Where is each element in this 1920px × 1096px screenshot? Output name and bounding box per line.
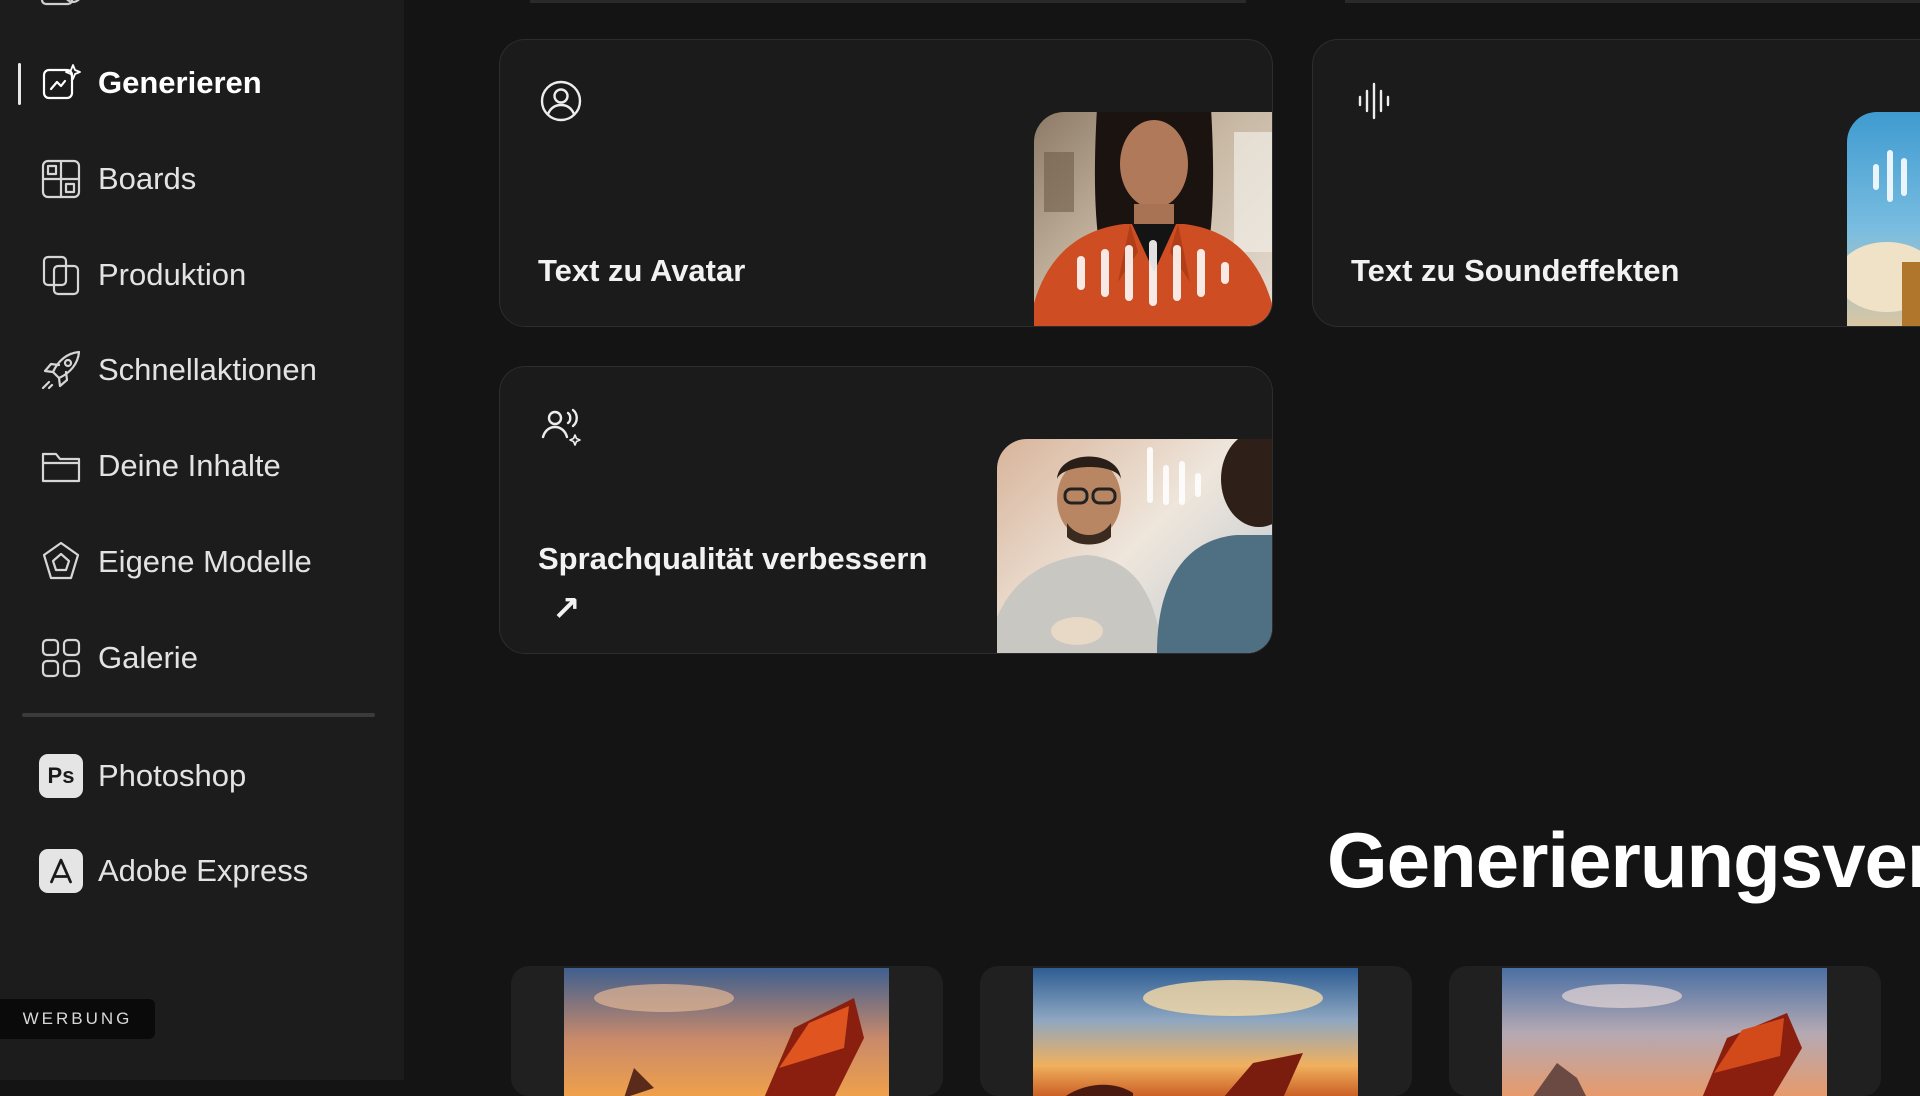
sidebar-item-label: Generieren <box>98 65 262 100</box>
sidebar-item-eigene-modelle[interactable]: Eigene Modelle <box>38 532 378 592</box>
photoshop-icon: Ps <box>39 754 83 798</box>
avatar-user-circle-icon <box>538 78 584 124</box>
sidebar-item-label: Photoshop <box>98 758 247 793</box>
production-copy-icon <box>38 252 84 298</box>
adobe-express-icon-wrap <box>38 848 84 894</box>
external-arrow-icon: ↗ <box>552 590 581 628</box>
speech-enhance-image <box>997 439 1272 653</box>
sidebar-item-galerie[interactable]: Galerie <box>38 628 378 688</box>
section-title: Generierungsver <box>1327 816 1920 904</box>
gallery-thumbnail[interactable] <box>980 966 1412 1096</box>
sidebar-item-label: Eigene Modelle <box>98 544 312 579</box>
sidebar-item-photoshop[interactable]: Ps Photoshop <box>38 746 378 806</box>
dragon-image <box>1502 968 1827 1096</box>
sidebar-item-adobe-express[interactable]: Adobe Express <box>38 841 378 901</box>
ad-label: WERBUNG <box>0 999 155 1039</box>
audio-waveform-icon <box>1351 78 1397 124</box>
gallery-thumbnail[interactable] <box>1449 966 1881 1096</box>
audio-waveform-overlay <box>1077 240 1229 306</box>
card-text-zu-avatar[interactable]: Text zu Avatar <box>499 39 1273 327</box>
card-title: Text zu Soundeffekten <box>1351 253 1680 288</box>
rocket-icon <box>38 347 84 393</box>
sidebar-item-label: Deine Inhalte <box>98 448 281 483</box>
sidebar-item-label: Boards <box>98 161 197 196</box>
add-icon[interactable] <box>40 0 84 15</box>
card-edge <box>530 0 1246 3</box>
sidebar-item-schnellaktionen[interactable]: Schnellaktionen <box>38 340 378 400</box>
sidebar-divider <box>22 713 375 717</box>
sound-effects-image <box>1847 112 1920 326</box>
enhance-speech-icon <box>538 405 584 451</box>
sidebar-item-deine-inhalte[interactable]: Deine Inhalte <box>38 436 378 496</box>
active-indicator <box>18 63 21 105</box>
card-title: Text zu Avatar <box>538 253 746 288</box>
gallery-thumbnail[interactable] <box>511 966 943 1096</box>
sidebar: Generieren Boards Produktion Schnellakti… <box>0 0 404 1080</box>
card-title: Sprachqualität verbessern <box>538 541 928 576</box>
photoshop-icon-wrap: Ps <box>38 753 84 799</box>
card-sprachqualitaet-verbessern[interactable]: Sprachqualität verbessern ↗ <box>499 366 1273 654</box>
sidebar-item-label: Produktion <box>98 257 247 292</box>
card-text-zu-soundeffekten[interactable]: Text zu Soundeffekten <box>1312 39 1920 327</box>
sidebar-item-label: Galerie <box>98 640 198 675</box>
custom-models-icon <box>38 539 84 585</box>
sidebar-item-boards[interactable]: Boards <box>38 149 378 209</box>
sidebar-item-produktion[interactable]: Produktion <box>38 245 378 305</box>
dragon-image <box>564 968 889 1096</box>
folder-icon <box>38 443 84 489</box>
sidebar-item-label: Adobe Express <box>98 853 309 888</box>
card-edge <box>1345 0 1920 3</box>
adobe-express-icon <box>39 849 83 893</box>
boards-icon <box>38 156 84 202</box>
dragon-image <box>1033 968 1358 1096</box>
gallery-icon <box>38 635 84 681</box>
generate-sparkle-icon <box>38 60 84 106</box>
sidebar-item-label: Schnellaktionen <box>98 352 317 387</box>
sidebar-item-generieren[interactable]: Generieren <box>38 53 378 113</box>
